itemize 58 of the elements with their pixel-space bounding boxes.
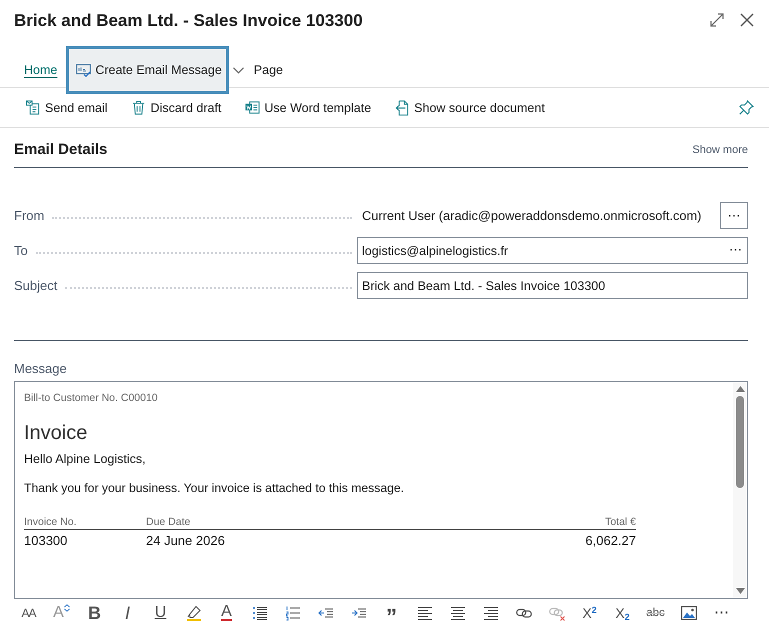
create-email-button[interactable]: Create Email Message	[66, 46, 229, 94]
font-size-button[interactable]: AA	[12, 599, 45, 626]
document-tile-icon	[245, 100, 260, 116]
superscript-button[interactable]: X$^{2}$	[573, 599, 606, 626]
field-label: Subject	[14, 278, 58, 294]
customer-number-text: Bill-to Customer No. C00010	[24, 392, 159, 405]
invoice-heading: Invoice	[24, 421, 88, 445]
more-button[interactable]: ⋯	[705, 599, 738, 626]
align-center-icon[interactable]	[450, 604, 466, 620]
tab[interactable]: Page	[244, 62, 292, 78]
align-left-icon[interactable]	[416, 604, 432, 620]
document-check-icon	[76, 64, 92, 76]
bulleted-list-icon[interactable]	[252, 604, 268, 620]
italic-button[interactable]: I	[111, 599, 144, 626]
scroll-up-icon[interactable]	[736, 386, 744, 392]
pin-icon[interactable]	[739, 100, 754, 115]
input-field[interactable]: Brick and Beam Ltd. - Sales Invoice 103300	[357, 272, 748, 299]
highlighter-icon[interactable]	[186, 604, 202, 620]
up-down-caret-icon	[64, 604, 70, 612]
field-label: From	[14, 208, 44, 224]
subscript-button[interactable]: X$_{2}$	[606, 599, 639, 626]
field-label: To	[14, 242, 28, 258]
underline-button[interactable]: U	[144, 599, 177, 626]
action-button[interactable]: Send email	[14, 100, 120, 116]
window-title: Brick and Beam Ltd. - Sales Invoice 103300	[14, 10, 363, 30]
align-right-icon[interactable]	[482, 604, 498, 620]
trash-icon	[132, 100, 147, 116]
expand-icon[interactable]	[710, 13, 724, 27]
chevron-down-icon[interactable]	[232, 66, 244, 74]
scrollbar-thumb[interactable]	[736, 396, 744, 488]
body-text: Thank you for your business. Your invoice is attached to this message.	[24, 481, 406, 496]
numbered-list-icon[interactable]	[284, 604, 300, 620]
column-header: Invoice No.	[24, 516, 146, 530]
show-more-link[interactable]: Show more	[692, 142, 748, 156]
tab[interactable]: Home	[14, 62, 66, 78]
document-arrow-icon	[395, 100, 410, 116]
greeting-text: Hello Alpine Logistics,	[24, 452, 147, 467]
document-envelope-icon	[26, 100, 41, 116]
message-editor[interactable]: Bill-to Customer No. C00010 Invoice Hello Alpine Logistics, Thank you for your business. Your invoice is attached to this message. Invoice No. Due Date Total € 103300 24 June 2026 6,062.27	[14, 381, 748, 599]
section-title: Email Details	[14, 140, 108, 158]
action-button[interactable]: Use Word template	[233, 100, 384, 116]
table-cell: 6,062.27	[444, 530, 636, 549]
column-header: Due Date	[146, 516, 444, 530]
action-button[interactable]: Discard draft	[120, 100, 234, 116]
quote-button[interactable]: ”	[375, 599, 408, 626]
field-value: Current User (aradic@poweraddonsdemo.onmicrosoft.com)	[361, 208, 702, 224]
close-icon[interactable]	[740, 13, 754, 27]
more-options-button[interactable]: ⋯	[720, 202, 748, 229]
bold-button[interactable]: B	[78, 599, 111, 626]
font-color-button[interactable]: A	[210, 599, 243, 626]
table-cell: 103300	[24, 530, 146, 549]
more-options-button[interactable]: ⋯	[727, 242, 744, 258]
message-label: Message	[14, 361, 68, 377]
table-cell: 24 June 2026	[146, 530, 444, 549]
action-button[interactable]: Show source document	[383, 100, 557, 116]
column-header: Total €	[444, 516, 636, 530]
scroll-down-icon[interactable]	[736, 588, 744, 594]
image-icon[interactable]	[680, 604, 696, 620]
